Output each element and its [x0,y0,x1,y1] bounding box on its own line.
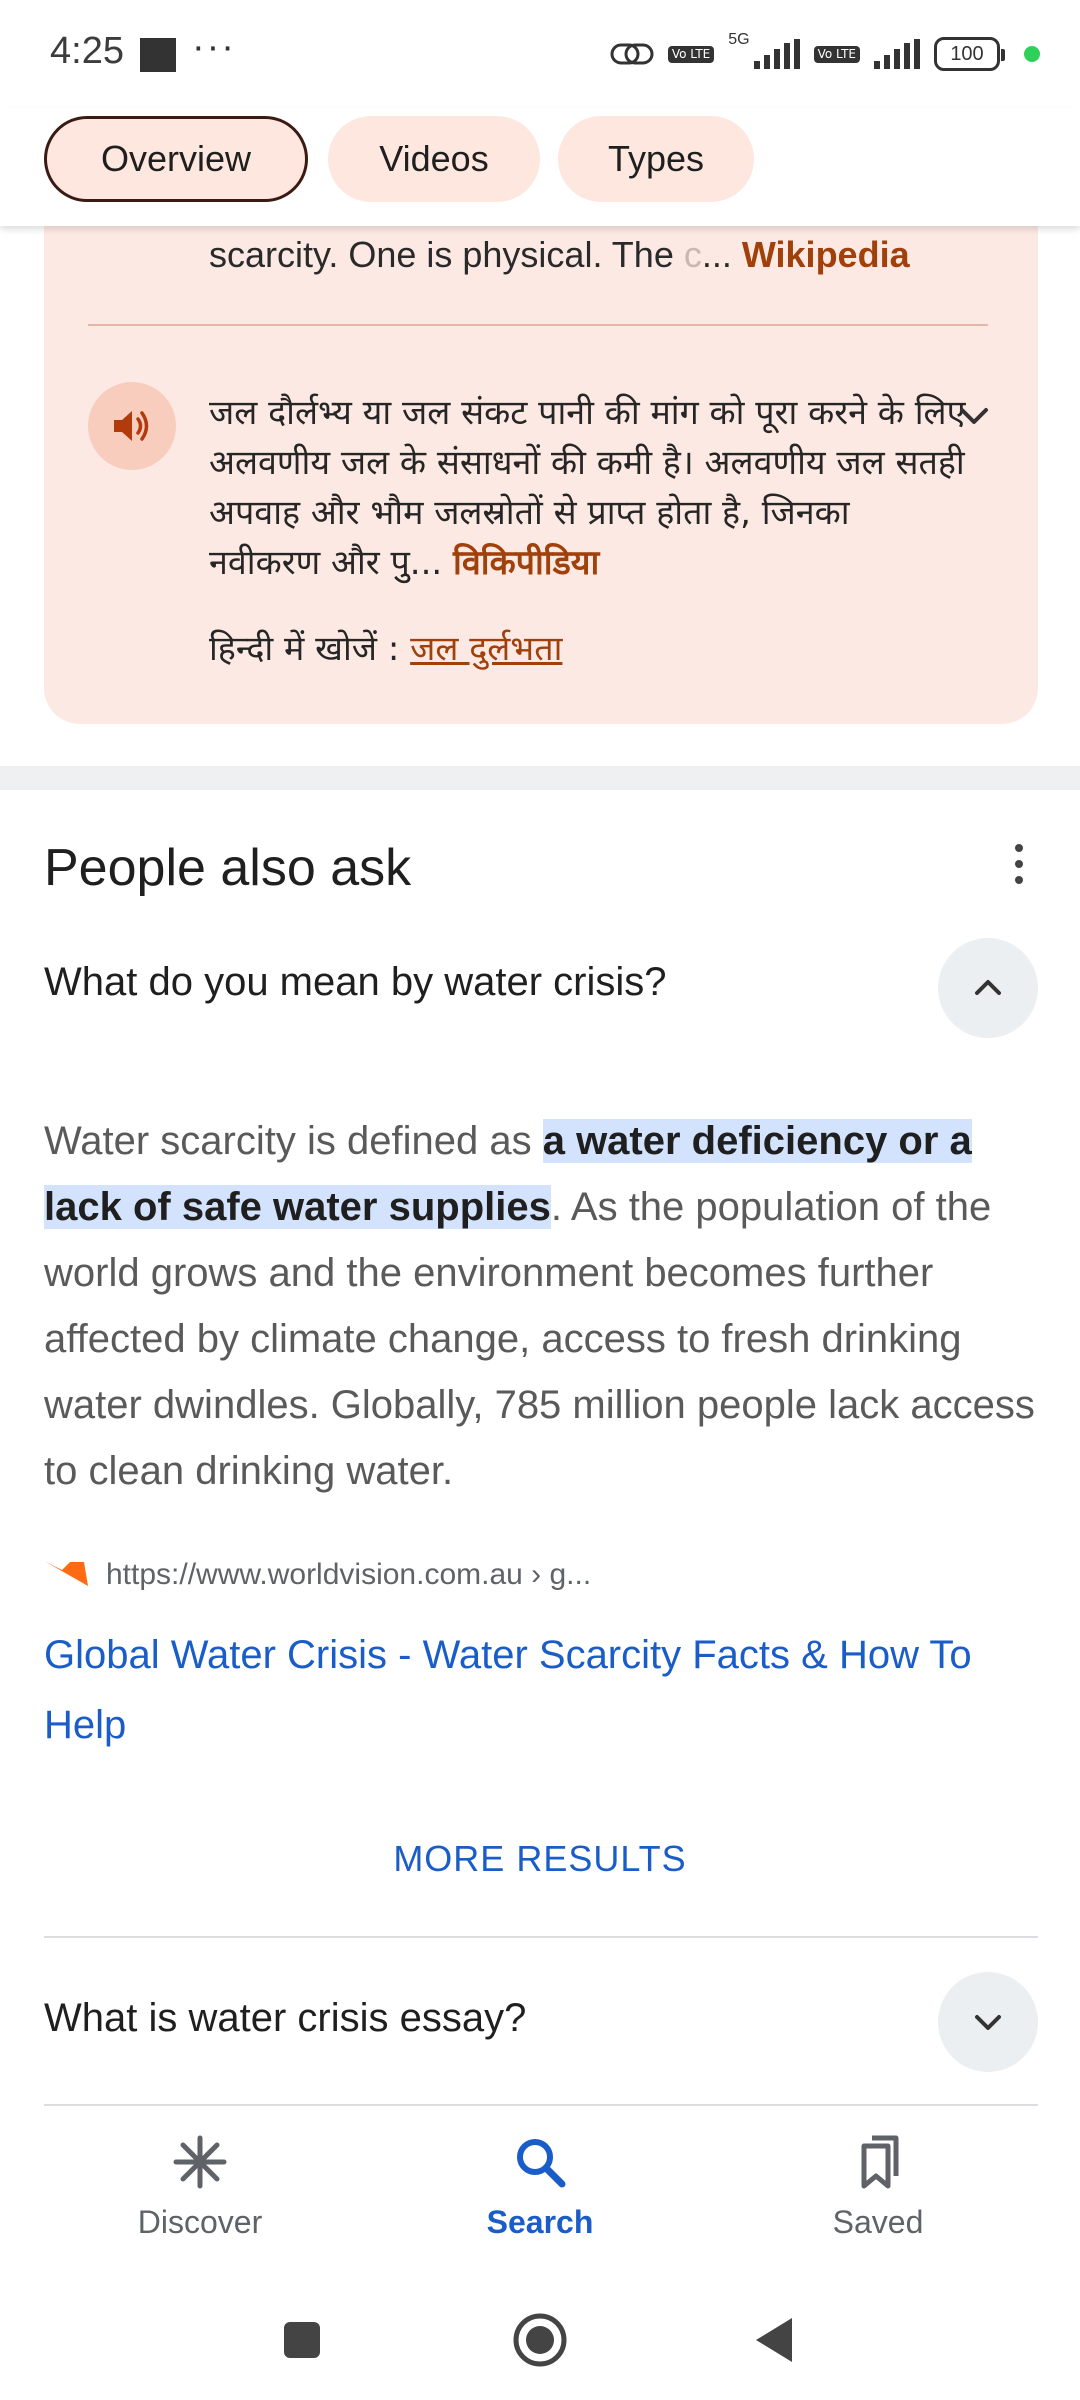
signal-icon-2 [874,39,920,69]
vikipidiya-link[interactable]: विकिपीडिया [453,543,599,583]
hindi-ellipsis: ... [409,543,443,583]
nav-discover-label: Discover [137,2204,263,2240]
expand-question-button[interactable] [938,1972,1038,2072]
more-results-button[interactable]: MORE RESULTS [0,1838,1080,1880]
chevron-down-icon [975,2015,1001,2030]
nav-search-label: Search [486,2204,594,2240]
hindi-description: जल दौर्लभ्य या जल संकट पानी की मांग को प… [209,388,969,588]
tab-overview[interactable]: Overview [44,116,308,202]
home-icon[interactable] [510,2310,570,2370]
hindi-search-prefix: हिन्दी में खोजें : [209,629,400,669]
wikipedia-link[interactable]: Wikipedia [742,234,910,275]
question-divider-2 [44,2104,1038,2106]
answer-after: . As the population of the world grows a… [44,1185,1035,1493]
listen-button[interactable] [88,382,176,470]
wiki-snippet-text: scarcity. One is physical. The [209,234,684,275]
tab-types[interactable]: Types [558,116,754,202]
bottom-navigation: Discover Search Saved [0,2112,1080,2280]
speaker-icon [114,411,149,441]
bookmarks-icon [861,2135,899,2189]
card-divider [88,324,988,326]
recents-icon[interactable] [282,2310,322,2370]
result-title-link[interactable]: Global Water Crisis - Water Scarcity Fac… [44,1620,1034,1760]
network-type: 5G [728,31,750,48]
nav-discover[interactable]: Discover [70,2132,330,2241]
more-notifications-icon: ··· [192,26,236,68]
result-source[interactable]: https://www.worldvision.com.au › g... [44,1558,591,1592]
nav-saved-label: Saved [832,2204,924,2240]
hindi-search-link[interactable]: जल दुर्लभता [410,629,562,669]
wiki-snippet-fade: c [683,234,702,275]
search-icon [517,2139,566,2188]
search-tabs-bar: Overview Videos Types [0,108,1080,226]
chevron-up-icon [975,980,1001,995]
worldvision-favicon-icon [46,1562,88,1586]
question-2[interactable]: What is water crisis essay? [44,1996,526,2041]
nav-saved[interactable]: Saved [748,2132,1008,2241]
wiki-ellipsis: ... [701,234,732,275]
nav-search[interactable]: Search [410,2132,670,2241]
back-icon[interactable] [752,2310,796,2370]
link-icon [610,43,654,65]
status-time: 4:25 [50,30,124,72]
hindi-search-row: हिन्दी में खोजें : जल दुर्लभता [209,624,562,670]
status-icons: Vo LTE 5G Vo LTE 100 [610,31,1040,76]
collapse-question-button[interactable] [938,938,1038,1038]
question-divider [44,1936,1038,1938]
notification-square-icon [140,38,176,72]
source-url: https://www.worldvision.com.au › g... [106,1558,592,1591]
question-1[interactable]: What do you mean by water crisis? [44,960,666,1005]
volte-icon: Vo LTE [667,45,715,63]
more-options-icon[interactable] [1004,844,1034,884]
knowledge-card: scarcity. One is physical. The c... Wiki… [44,150,1038,724]
asterisk-icon [173,2135,227,2189]
status-bar: 4:25 ··· Vo LTE 5G Vo LTE 100 [0,0,1080,108]
privacy-indicator-icon [1024,46,1040,62]
battery-icon: 100 [934,37,1005,71]
expand-chevron-icon[interactable] [952,394,996,438]
answer-before: Water scarcity is defined as [44,1119,543,1163]
tab-videos[interactable]: Videos [328,116,540,202]
section-separator [0,766,1080,790]
people-also-ask-title: People also ask [44,839,412,897]
system-navigation-bar [0,2280,1080,2400]
signal-icon [753,39,800,69]
wiki-snippet: scarcity. One is physical. The c... Wiki… [209,234,910,276]
volte-icon-2: Vo LTE [813,45,860,63]
answer-text: Water scarcity is defined as a water def… [44,1108,1044,1504]
